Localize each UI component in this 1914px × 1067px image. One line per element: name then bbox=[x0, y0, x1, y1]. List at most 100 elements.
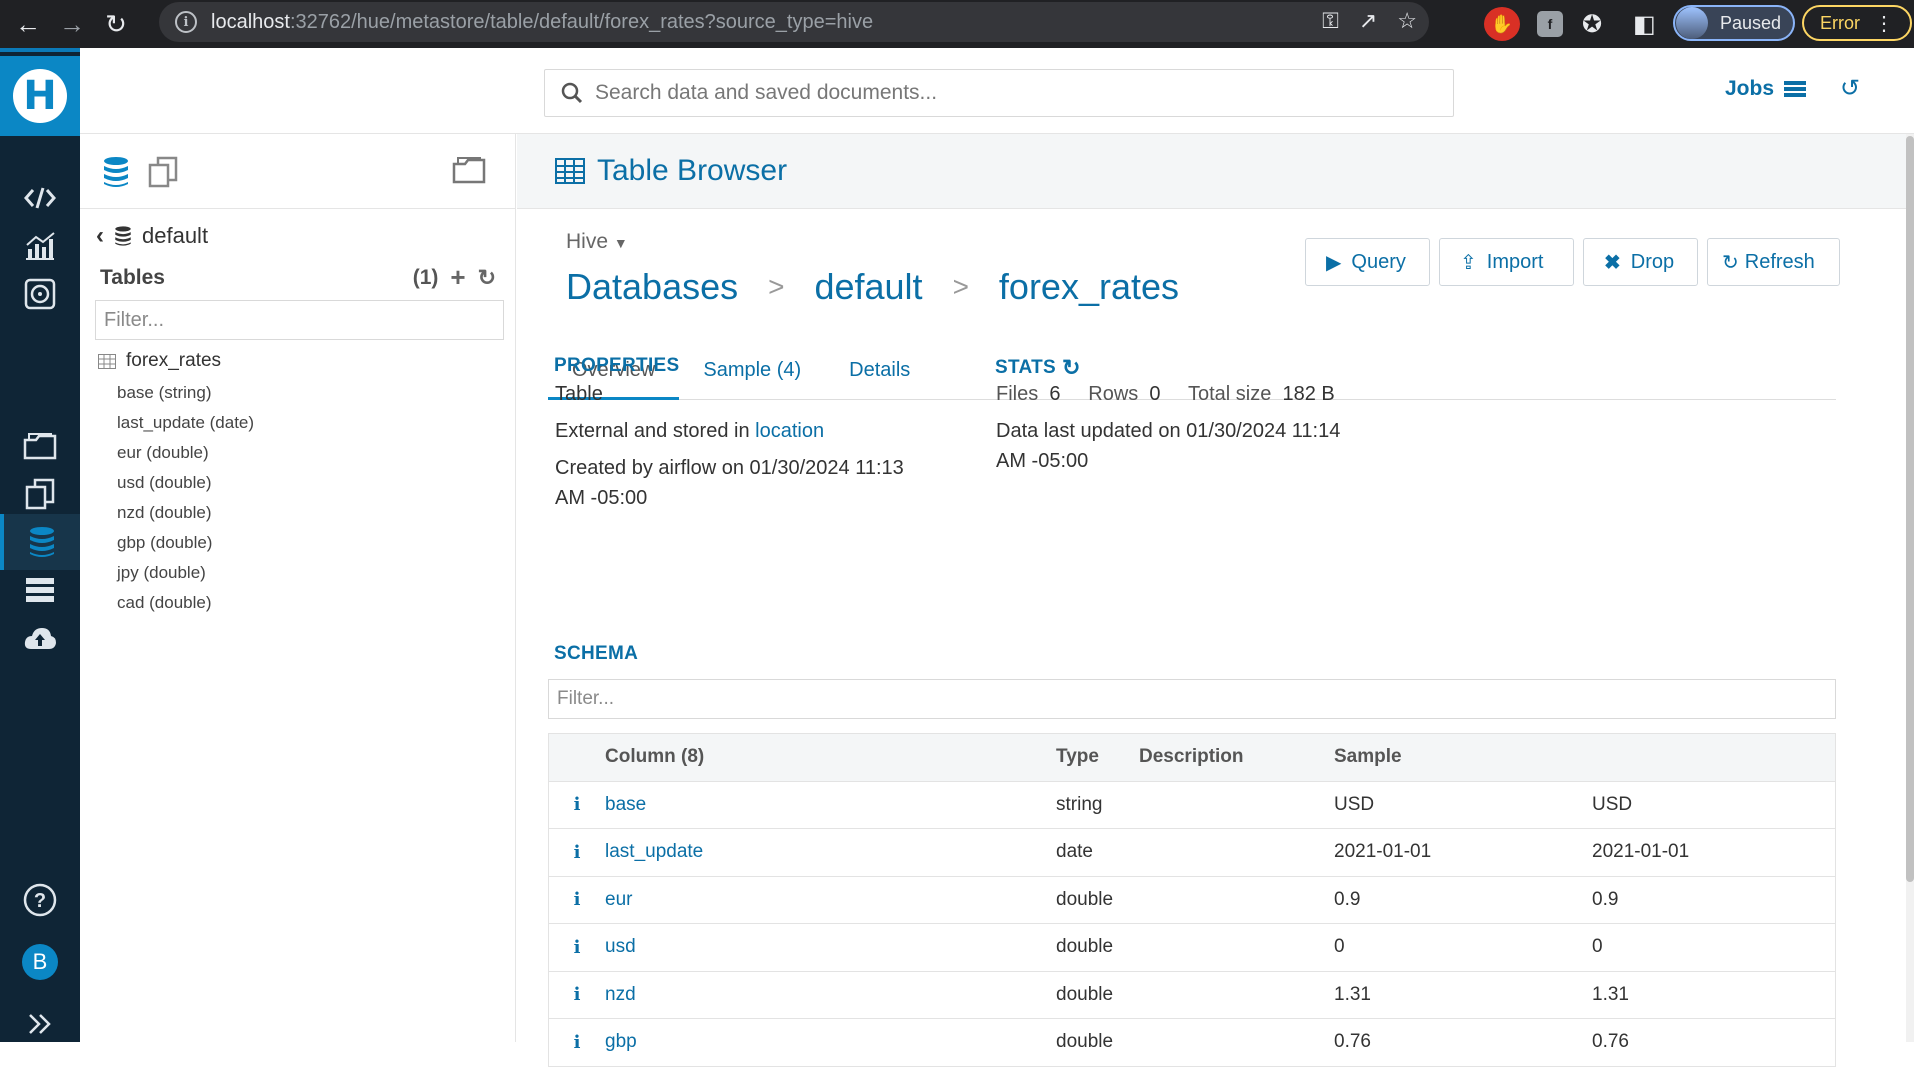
description-header[interactable]: Description bbox=[1139, 746, 1334, 768]
property-type: Table bbox=[555, 383, 603, 405]
assist-column-item[interactable]: nzd (double) bbox=[117, 498, 254, 528]
location-link[interactable]: location bbox=[755, 420, 824, 442]
tab-sample[interactable]: Sample (4) bbox=[679, 352, 825, 400]
column-header[interactable]: Column (8) bbox=[605, 746, 1056, 768]
sample-value: 2021-01-01 bbox=[1334, 841, 1432, 863]
assist-column-item[interactable]: base (string) bbox=[117, 378, 254, 408]
table-row: i usd double 0 0 bbox=[549, 924, 1835, 972]
expand-chevrons-icon[interactable] bbox=[0, 996, 80, 1052]
user-menu[interactable]: B bbox=[0, 934, 80, 990]
sample-value: 1.31 bbox=[1592, 983, 1629, 1005]
column-name-link[interactable]: nzd bbox=[605, 984, 636, 1005]
refresh-icon[interactable]: ↻ bbox=[478, 265, 496, 291]
back-arrow-icon[interactable]: ← bbox=[6, 7, 50, 41]
breadcrumb-databases[interactable]: Databases bbox=[566, 266, 738, 308]
chevron-left-icon[interactable]: ‹ bbox=[96, 222, 104, 250]
sql-database-icon[interactable] bbox=[102, 156, 130, 195]
column-type: double bbox=[1056, 983, 1114, 1005]
play-icon: ▶ bbox=[1326, 251, 1342, 274]
extensions-puzzle-icon[interactable]: ✪ bbox=[1582, 7, 1602, 41]
property-storage: External and stored in location bbox=[555, 420, 825, 442]
schema-filter-input[interactable] bbox=[548, 679, 1836, 719]
info-icon[interactable]: i bbox=[549, 889, 605, 910]
profile-button[interactable]: Paused bbox=[1673, 5, 1795, 41]
refresh-button-label: Refresh bbox=[1744, 250, 1815, 273]
forward-arrow-icon[interactable]: → bbox=[50, 7, 94, 41]
app-header: Jobs ↺ bbox=[80, 52, 1914, 134]
import-button-label: Import bbox=[1486, 250, 1544, 273]
breadcrumb-table[interactable]: forex_rates bbox=[999, 266, 1179, 308]
add-table-icon[interactable]: + bbox=[450, 262, 465, 293]
assist-column-item[interactable]: jpy (double) bbox=[117, 558, 254, 588]
assist-column-item[interactable]: usd (double) bbox=[117, 468, 254, 498]
info-icon[interactable]: i bbox=[549, 937, 605, 958]
star-icon[interactable]: ☆ bbox=[1397, 8, 1417, 34]
database-name[interactable]: default bbox=[142, 223, 208, 249]
assist-breadcrumb[interactable]: ‹ default bbox=[96, 222, 208, 250]
cloud-upload-icon[interactable] bbox=[0, 610, 80, 666]
adblock-extension-icon[interactable]: ✋ bbox=[1484, 7, 1520, 41]
help-icon[interactable]: ? bbox=[0, 872, 80, 928]
hue-logo[interactable]: H bbox=[0, 56, 80, 136]
info-icon[interactable]: i bbox=[549, 1032, 605, 1053]
scheduler-icon[interactable] bbox=[0, 266, 80, 322]
assist-table-item[interactable]: forex_rates bbox=[98, 350, 221, 372]
search-input[interactable] bbox=[595, 81, 1415, 105]
error-button[interactable]: Error ⋮ bbox=[1802, 5, 1912, 41]
global-search[interactable] bbox=[544, 69, 1454, 117]
files-folder-icon[interactable] bbox=[452, 156, 486, 191]
scrollbar-thumb[interactable] bbox=[1906, 136, 1914, 882]
sample-value: 0.76 bbox=[1592, 1031, 1629, 1053]
column-name-link[interactable]: usd bbox=[605, 936, 636, 957]
assist-column-item[interactable]: eur (double) bbox=[117, 438, 254, 468]
info-icon[interactable]: i bbox=[549, 842, 605, 863]
history-icon[interactable]: ↺ bbox=[1840, 74, 1860, 103]
assist-toolbar bbox=[80, 134, 515, 209]
tables-header: Tables (1) + ↻ bbox=[100, 262, 496, 293]
caret-down-icon: ▼ bbox=[613, 235, 628, 251]
sample-value: 0.76 bbox=[1334, 1031, 1371, 1053]
drop-button[interactable]: ✖ Drop bbox=[1583, 238, 1698, 286]
type-header[interactable]: Type bbox=[1056, 746, 1139, 768]
query-button-label: Query bbox=[1351, 250, 1406, 273]
sample-value: 2021-01-01 bbox=[1592, 841, 1690, 863]
breadcrumb-database[interactable]: default bbox=[814, 266, 922, 308]
profile-avatar bbox=[1676, 7, 1708, 39]
column-name-link[interactable]: last_update bbox=[605, 841, 703, 862]
upload-icon: ⇪ bbox=[1460, 251, 1477, 274]
assist-column-item[interactable]: cad (double) bbox=[117, 588, 254, 618]
share-icon[interactable]: ↗ bbox=[1359, 8, 1377, 34]
address-bar[interactable]: i localhost:32762/hue/metastore/table/de… bbox=[159, 2, 1429, 42]
info-icon[interactable]: i bbox=[549, 794, 605, 815]
assist-column-item[interactable]: gbp (double) bbox=[117, 528, 254, 558]
table-grid-icon bbox=[98, 353, 116, 369]
assist-column-item[interactable]: last_update (date) bbox=[117, 408, 254, 438]
drop-button-label: Drop bbox=[1630, 250, 1675, 273]
key-icon[interactable]: ⚿ bbox=[1322, 8, 1339, 34]
address-url[interactable]: localhost:32762/hue/metastore/table/defa… bbox=[211, 11, 873, 34]
import-button[interactable]: ⇪ Import bbox=[1439, 238, 1574, 286]
site-info-icon[interactable]: i bbox=[175, 11, 197, 33]
jobs-label: Jobs bbox=[1725, 77, 1775, 100]
reload-icon[interactable]: ↻ bbox=[94, 7, 138, 41]
table-row: i base string USD USD bbox=[549, 782, 1835, 829]
page-scrollbar[interactable] bbox=[1906, 134, 1914, 1042]
side-panel-icon[interactable]: ◧ bbox=[1633, 7, 1656, 41]
breadcrumb-separator: > bbox=[952, 271, 969, 302]
column-name-link[interactable]: eur bbox=[605, 889, 632, 910]
column-type: double bbox=[1056, 1031, 1114, 1053]
query-button[interactable]: ▶ Query bbox=[1305, 238, 1430, 286]
documents-icon[interactable] bbox=[148, 156, 178, 195]
assist-filter-input[interactable] bbox=[95, 300, 504, 340]
tab-details[interactable]: Details bbox=[825, 352, 934, 400]
refresh-icon[interactable]: ↻ bbox=[1062, 355, 1081, 381]
extension-icon[interactable]: f bbox=[1537, 11, 1563, 37]
info-icon[interactable]: i bbox=[549, 984, 605, 1005]
table-actions: ▶ Query ⇪ Import ✖ Drop ↻ Refresh bbox=[1305, 238, 1840, 286]
app-sidebar: H ? B bbox=[0, 48, 80, 1042]
assist-columns: base (string) last_update (date) eur (do… bbox=[117, 378, 254, 618]
refresh-button[interactable]: ↻ Refresh bbox=[1707, 238, 1840, 286]
column-name-link[interactable]: base bbox=[605, 794, 646, 815]
jobs-button[interactable]: Jobs bbox=[1725, 77, 1807, 101]
source-selector[interactable]: Hive ▼ bbox=[566, 230, 628, 254]
